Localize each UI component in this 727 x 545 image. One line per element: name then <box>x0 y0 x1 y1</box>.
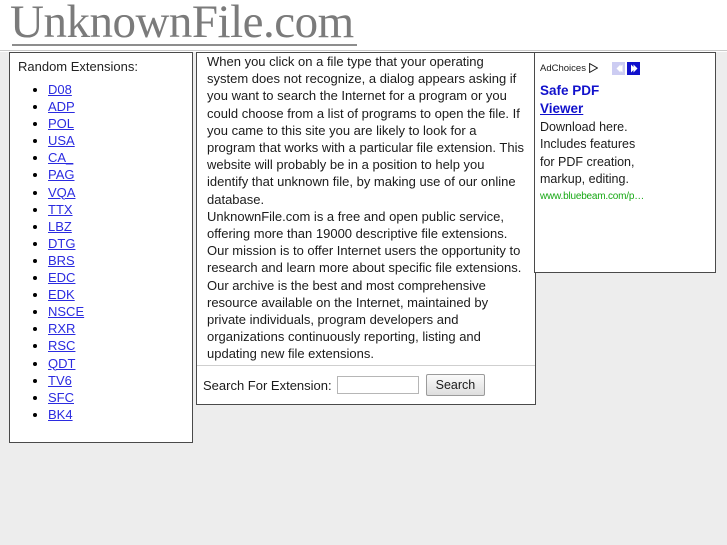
list-item: EDC <box>48 269 192 286</box>
header-divider <box>0 50 727 51</box>
list-item: D08 <box>48 81 192 98</box>
extension-link[interactable]: D08 <box>48 82 72 97</box>
list-item: TTX <box>48 201 192 218</box>
ad-display-url[interactable]: www.bluebeam.com/p… <box>540 191 715 202</box>
search-input[interactable] <box>336 376 419 394</box>
ad-body: Safe PDF Viewer Download here. Includes … <box>535 76 715 202</box>
search-button[interactable]: Search <box>425 374 486 396</box>
adchoices-button[interactable]: AdChoices <box>540 63 598 74</box>
search-label: Search For Extension: <box>203 377 332 393</box>
extension-link[interactable]: QDT <box>48 356 75 371</box>
list-item: VQA <box>48 184 192 201</box>
extension-link[interactable]: SFC <box>48 390 74 405</box>
extension-link[interactable]: RSC <box>48 338 75 353</box>
about-paragraph: UnknownFile.com is a free and open publi… <box>207 208 522 362</box>
main-content-panel: When you click on a file type that your … <box>196 52 536 405</box>
triangle-right-icon <box>589 63 598 73</box>
list-item: RSC <box>48 337 192 354</box>
random-extensions-list: D08 ADP POL USA CA_ PAG VQA TTX LBZ DTG BRS EDC EDK N… <box>10 81 192 423</box>
list-item: DTG <box>48 235 192 252</box>
extension-link[interactable]: DTG <box>48 236 75 251</box>
site-header: UnknownFile.com <box>0 0 727 52</box>
extension-link[interactable]: NSCE <box>48 304 84 319</box>
intro-paragraph: When you click on a file type that your … <box>207 54 524 207</box>
chevron-left-icon[interactable] <box>611 61 625 75</box>
list-item: EDK <box>48 286 192 303</box>
extension-link[interactable]: PAG <box>48 167 75 182</box>
extension-link[interactable]: TTX <box>48 202 73 217</box>
list-item: BRS <box>48 252 192 269</box>
chevron-right-icon[interactable] <box>626 61 640 75</box>
adchoices-label: AdChoices <box>540 62 586 74</box>
list-item: PAG <box>48 166 192 183</box>
search-row: Search For Extension: Search <box>197 366 535 404</box>
extension-link[interactable]: LBZ <box>48 219 72 234</box>
list-item: RXR <box>48 320 192 337</box>
sidebar-title: Random Extensions: <box>18 59 138 74</box>
extension-link[interactable]: BRS <box>48 253 75 268</box>
list-item: SFC <box>48 389 192 406</box>
ad-headline-line1: Safe PDF <box>540 83 600 98</box>
ad-navigation <box>611 61 640 75</box>
list-item: POL <box>48 115 192 132</box>
random-extensions-panel: Random Extensions: D08 ADP POL USA CA_ PAG VQA… <box>9 52 193 443</box>
ad-headline-link[interactable]: Safe PDF Viewer <box>540 82 636 118</box>
list-item: TV6 <box>48 372 192 389</box>
list-item: QDT <box>48 355 192 372</box>
list-item: BK4 <box>48 406 192 423</box>
ad-headline-line2: Viewer <box>540 101 584 116</box>
extension-link[interactable]: USA <box>48 133 75 148</box>
logo-underline <box>12 44 357 46</box>
list-item: USA <box>48 132 192 149</box>
extension-link[interactable]: CA_ <box>48 150 73 165</box>
list-item: CA_ <box>48 149 192 166</box>
extension-link[interactable]: TV6 <box>48 373 72 388</box>
list-item: ADP <box>48 98 192 115</box>
list-item: LBZ <box>48 218 192 235</box>
extension-link[interactable]: POL <box>48 116 74 131</box>
advertisement-panel: AdChoices Safe PDF Viewer Download here.… <box>534 52 716 273</box>
extension-link[interactable]: EDC <box>48 270 75 285</box>
list-item: NSCE <box>48 303 192 320</box>
site-logo: UnknownFile.com <box>10 0 354 48</box>
extension-link[interactable]: ADP <box>48 99 75 114</box>
extension-link[interactable]: RXR <box>48 321 75 336</box>
extension-link[interactable]: VQA <box>48 185 75 200</box>
extension-link[interactable]: EDK <box>48 287 75 302</box>
ad-header-row: AdChoices <box>535 57 715 76</box>
ad-description: Download here. Includes features for PDF… <box>540 120 636 187</box>
extension-link[interactable]: BK4 <box>48 407 73 422</box>
